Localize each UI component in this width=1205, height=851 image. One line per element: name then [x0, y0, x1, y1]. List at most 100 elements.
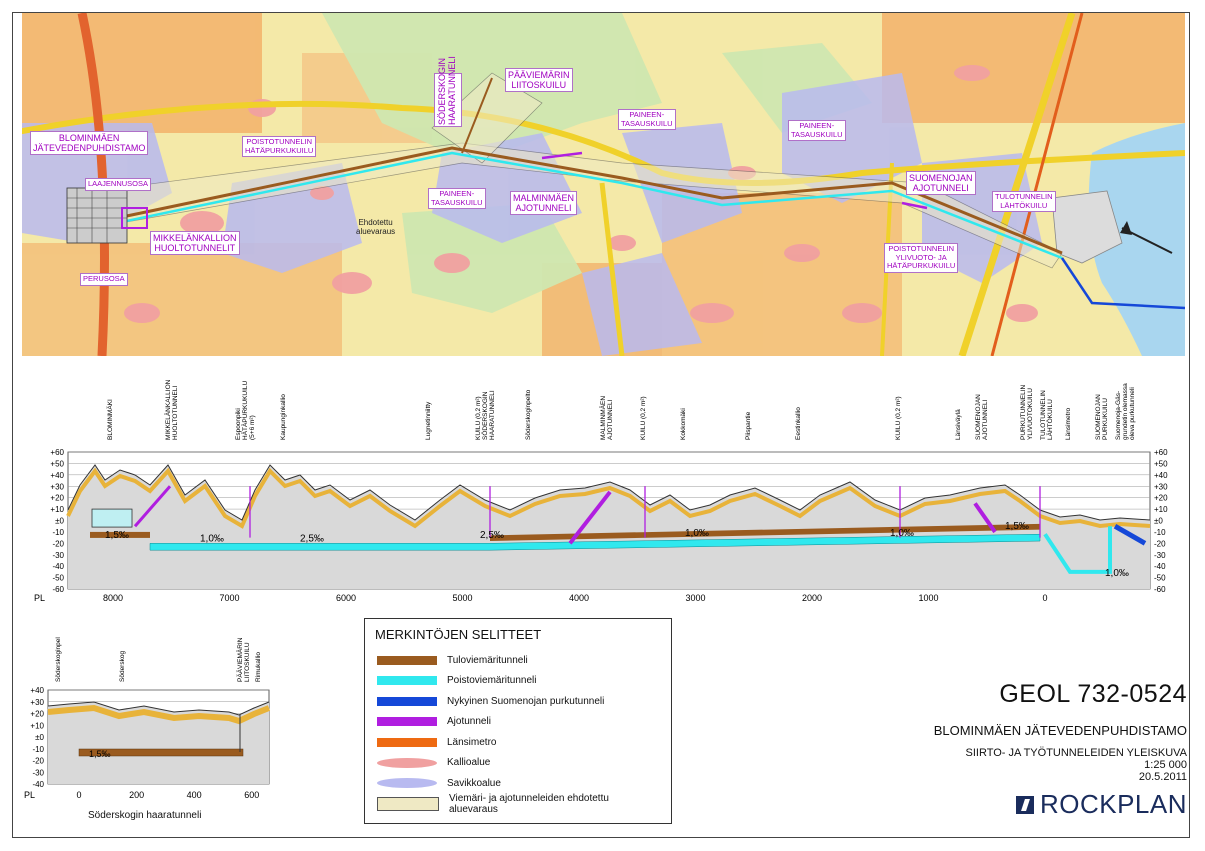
legend-item: Nykyinen Suomenojan purkutunneli	[377, 694, 604, 708]
y-tick-label: +20	[50, 494, 64, 503]
profile-canvas: +60 +60 +50 +50 +40 +40 +30 +30 +20 +20 +10 +10 ±0 ±0…	[34, 379, 1168, 603]
plant-building	[91, 508, 133, 528]
y-tick-label: -30	[52, 551, 64, 560]
legend-item: Viemäri- ja ajotunneleiden ehdotettu alu…	[377, 793, 609, 815]
profile-top-label: HAARATUNNELI	[489, 390, 496, 440]
y-tick-label: -60	[1154, 585, 1166, 594]
inset-y-tick: +20	[30, 710, 44, 719]
inset-y-tick: +30	[30, 698, 44, 707]
inset-top-label: Söderskoginpel	[55, 637, 62, 682]
legend-item: Tuloviemäritunneli	[377, 653, 528, 667]
gradient-label: 1,5‰	[105, 530, 129, 541]
y-tick-label: -10	[1154, 528, 1166, 537]
drawing-subtitle: SIIRTO- JA TYÖTUNNELEIDEN YLEISKUVA	[965, 747, 1188, 759]
map-label-suomenoja-ajotunneli: SUOMENOJAN AJOTUNNELI	[906, 171, 976, 195]
company-name: ROCKPLAN	[1039, 789, 1187, 819]
profile-top-label: TULOTUNNELIN	[1040, 390, 1047, 440]
inset-y-tick: -10	[32, 745, 44, 754]
gradient-label: 1,5‰	[1005, 521, 1029, 532]
legend-label: Kallioalue	[447, 757, 491, 768]
y-tick-label: +40	[50, 471, 64, 480]
legend-label: Savikkoalue	[447, 777, 501, 789]
profile-top-label: MALMINMÄEN	[599, 396, 607, 440]
inset-x-tick: 0	[76, 790, 81, 800]
legend-title: MERKINTÖJEN SELITTEET	[375, 627, 542, 642]
profile-top-label: Kaupunginkallio	[280, 394, 287, 440]
y-tick-label: +30	[1154, 482, 1168, 491]
profile-top-label: HUOLTOTUNNELI	[172, 386, 179, 440]
inset-caption: Söderskogin haaratunneli	[88, 810, 202, 821]
x-tick-label: 6000	[336, 593, 356, 603]
gradient-label: 2,5‰	[480, 530, 504, 541]
legend-item: Länsimetro	[377, 735, 496, 749]
x-tick-label: 3000	[685, 593, 705, 603]
profile-top-label: BLOMINMÄKI	[106, 399, 114, 440]
inset-top-label: LIITOSKUILU	[244, 642, 251, 682]
legend-item: Ajotunneli	[377, 715, 491, 729]
inset-x-tick: 400	[187, 790, 202, 800]
profile-top-label: SÖDERSKOGIN	[481, 391, 489, 440]
y-tick-label: -50	[1154, 574, 1166, 583]
drawing-date: 20.5.2011	[1138, 771, 1187, 783]
profile-top-label: SUOMENOJAN	[975, 394, 982, 440]
inset-profile: +40 +30 +20 +10 ±0 -10 -20 -30 -40 PL 0 200 400 600 1,…	[24, 620, 279, 830]
x-tick-label: 4000	[569, 593, 589, 603]
map-label-paineentasaus-2: PAINEEN- TASAUSKUILU	[618, 109, 676, 130]
y-tick-label: -20	[52, 539, 64, 548]
gradient-label: 1,0‰	[890, 528, 914, 539]
inset-top-label: PÄÄVIEMÄRIN	[236, 637, 244, 682]
map-label-laajennusosa: LAAJENNUSOSA	[85, 178, 152, 191]
profile-top-label: AJOTUNNELI	[982, 399, 989, 440]
map-label-soderskogin: SÖDERSKOGIN HAARATUNNELI	[434, 56, 462, 127]
profile-top-label: SUOMENOJAN	[1095, 394, 1102, 440]
legend-label: Ajotunneli	[447, 716, 491, 727]
map-label-hataurkukuilu: POISTOTUNNELIN HÄTÄPURKUKUILU	[242, 136, 317, 157]
profile-top-label: Söderskoginpelto	[525, 389, 532, 440]
profile-top-label: Länsiväylä	[955, 409, 962, 440]
profile-top-label: HÄTÄPURKUKUILU	[241, 380, 249, 440]
x-tick-label: 5000	[452, 593, 472, 603]
legend-item: Kallioalue	[377, 756, 490, 770]
profile-top-label: (5+6 m²)	[249, 415, 256, 440]
profile-top-label: Eestinkallio	[795, 407, 802, 440]
profile-top-label: KUILU (0,2 m²)	[475, 396, 482, 440]
x-tick-label: 2000	[802, 593, 822, 603]
y-tick-label: -40	[52, 562, 64, 571]
y-tick-label: +50	[1154, 459, 1168, 468]
profile-top-label: KUILU (0,2 m²)	[895, 396, 902, 440]
pl-label: PL	[34, 593, 45, 603]
legend-label: Nykyinen Suomenojan purkutunneli	[447, 695, 605, 707]
legend-swatch	[377, 717, 437, 726]
inset-pl-label: PL	[24, 790, 35, 800]
map-label-paineentasaus-1: PAINEEN- TASAUSKUILU	[428, 188, 486, 209]
profile-top-label: Suomenoja-Gäs-	[1115, 391, 1122, 440]
y-tick-label: ±0	[55, 517, 64, 526]
legend-swatch	[377, 796, 439, 811]
legend-label: Poistoviemäritunneli	[447, 675, 537, 686]
legend-swatch	[377, 757, 437, 768]
profile-top-label: YLIVUOTOKUILU	[1027, 388, 1034, 440]
map-label-blominmaki-plant: BLOMINMÄEN JÄTEVEDENPUHDISTAMO	[30, 131, 149, 155]
inset-y-tick: -40	[32, 780, 44, 789]
profile-top-label: KUILU (0,2 m²)	[640, 396, 647, 440]
company-logo: ROCKPLAN	[934, 789, 1187, 820]
legend-swatch	[377, 696, 437, 706]
map-label-malminmaki: MALMINMÄEN AJOTUNNELI	[510, 191, 578, 215]
y-tick-label: -60	[52, 585, 64, 594]
map-label-tulotunnelin-lahtokuilu: TULOTUNNELIN LÄHTÖKUILU	[992, 191, 1056, 212]
inset-x-tick: 200	[129, 790, 144, 800]
x-tick-label: 7000	[219, 593, 239, 603]
profile-top-label: AJOTUNNELI	[607, 399, 614, 440]
x-tick-label: 0	[1042, 593, 1047, 603]
inset-top-label: Söderskog	[119, 651, 126, 682]
y-tick-label: +10	[50, 505, 64, 514]
legend-item: Savikkoalue	[377, 776, 501, 790]
profile-top-label: MIKKELÄNKALLION	[164, 379, 172, 440]
inset-canvas: +40 +30 +20 +10 ±0 -10 -20 -30 -40PL 0 200 400 600 1,…	[24, 637, 271, 800]
legend-swatch	[377, 676, 437, 685]
y-tick-label: ±0	[1154, 517, 1163, 526]
y-tick-label: -50	[52, 574, 64, 583]
inset-y-tick: -20	[32, 757, 44, 766]
map-label-perusosa: PERUSOSA	[80, 273, 128, 286]
map-label-mikkelankallio: MIKKELÄNKALLION HUOLTOTUNNELIT	[150, 231, 240, 255]
